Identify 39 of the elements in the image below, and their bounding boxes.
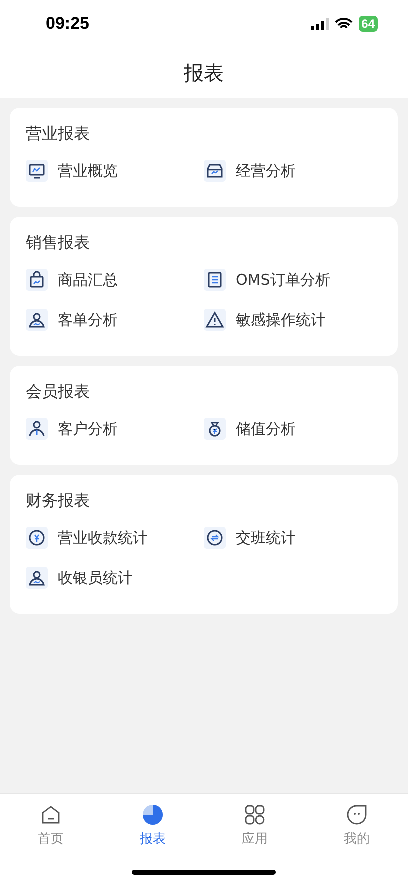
warning-icon (204, 309, 226, 331)
section-title: 会员报表 (26, 382, 91, 403)
exchange-icon (204, 527, 226, 549)
report-link[interactable]: 营业收款统计 (58, 528, 148, 548)
status-time: 09:25 (46, 14, 90, 34)
report-link[interactable]: 商品汇总 (58, 270, 118, 290)
report-link[interactable]: 储值分析 (236, 420, 296, 438)
section-title: 销售报表 (26, 233, 91, 254)
person-icon (26, 418, 48, 440)
person-icon (26, 309, 48, 331)
report-link[interactable]: 经营分析 (236, 162, 296, 180)
yen-coin-icon (26, 527, 48, 549)
report-link[interactable]: 客单分析 (58, 310, 118, 330)
wifi-icon (334, 18, 353, 30)
money-bag-icon (204, 418, 226, 440)
section-title: 财务报表 (26, 491, 91, 512)
battery-level: 64 (358, 16, 378, 32)
tab-bar-item[interactable]: 首页 (0, 804, 102, 850)
page-title: 报表 (184, 60, 224, 86)
pie-chart-icon (142, 804, 164, 826)
monitor-icon (26, 160, 48, 182)
report-link[interactable]: 收银员统计 (58, 568, 133, 588)
tab-bar-item[interactable]: 报表 (102, 804, 204, 850)
store-icon (204, 160, 226, 182)
report-link[interactable]: 敏感操作统计 (236, 310, 326, 330)
tab-bar-item[interactable]: 我的 (306, 804, 408, 850)
document-icon (204, 269, 226, 291)
bag-icon (26, 269, 48, 291)
home-icon (40, 804, 62, 826)
report-link[interactable]: 交班统计 (236, 528, 296, 548)
person-icon (26, 567, 48, 589)
face-icon (346, 804, 368, 826)
report-link[interactable]: 营业概览 (58, 162, 118, 180)
report-link[interactable]: OMS订单分析 (236, 270, 330, 290)
signal-icon (310, 18, 329, 30)
tab-bar-item[interactable]: 应用 (204, 804, 306, 850)
grid-icon (244, 804, 266, 826)
section-title: 营业报表 (26, 124, 91, 145)
report-link[interactable]: 客户分析 (58, 420, 118, 438)
